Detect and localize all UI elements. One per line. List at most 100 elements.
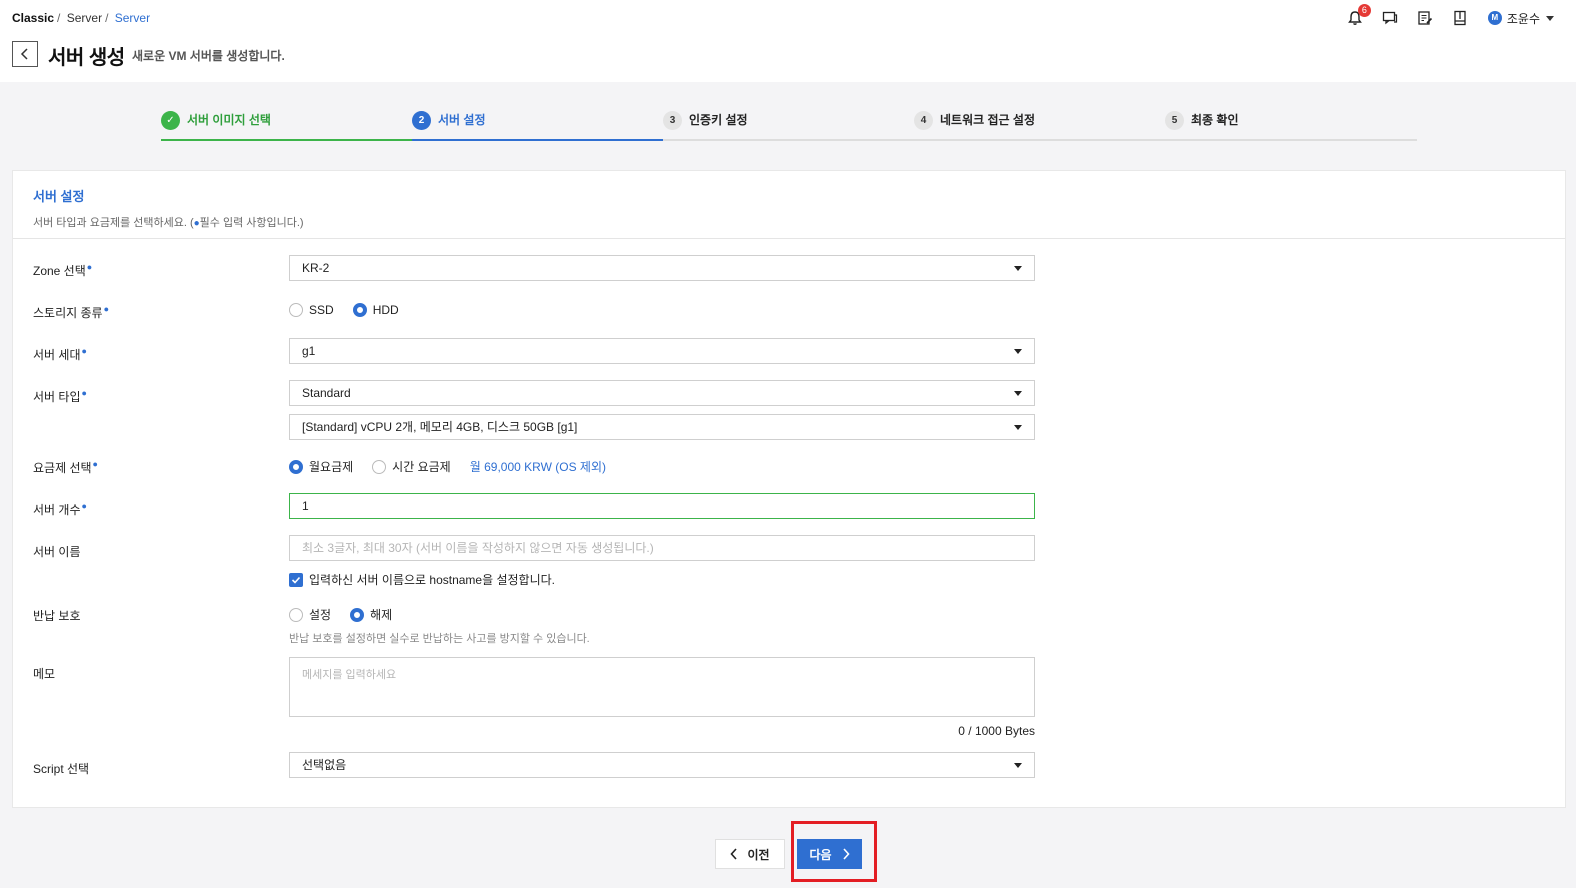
avatar: M (1487, 11, 1502, 25)
breadcrumb-separator: / (105, 11, 109, 25)
label-text: 요금제 선택 (33, 461, 92, 475)
chevron-right-icon (842, 848, 850, 860)
server-type-select[interactable]: Standard (289, 380, 1035, 406)
script-select[interactable]: 선택없음 (289, 752, 1035, 778)
zone-select[interactable]: KR-2 (289, 255, 1035, 281)
memo-label: 메모 (33, 667, 56, 681)
storage-radio-hdd[interactable] (352, 303, 367, 317)
step-auth-key[interactable]: 3 인증키 설정 (663, 109, 914, 141)
back-button[interactable] (12, 41, 38, 67)
label-text: 서버 세대 (33, 348, 81, 362)
chat-button[interactable] (1380, 8, 1400, 28)
protection-radio-on[interactable] (289, 607, 303, 622)
radio-label: SSD (309, 303, 334, 317)
check-icon: ✓ (161, 111, 180, 130)
breadcrumb: Classic / Server / Server (12, 11, 152, 25)
check-icon (291, 576, 301, 584)
caret-down-icon (1014, 391, 1022, 396)
breadcrumb-item-server[interactable]: Server (67, 11, 102, 25)
page-subtitle: 새로운 VM 서버를 생성합니다. (132, 49, 285, 63)
step-server-settings[interactable]: 2 서버 설정 (412, 109, 663, 141)
server-count-input[interactable]: 1 (289, 493, 1035, 519)
plan-radio-group: 월요금제 시간 요금제 월 69,000 KRW (OS 제외) (289, 458, 606, 475)
server-type-label: 서버 타입● (33, 388, 87, 405)
step-label: 서버 설정 (438, 113, 486, 127)
prev-button[interactable]: 이전 (715, 839, 785, 869)
step-label: 네트워크 접근 설정 (940, 113, 1035, 127)
storage-radio-group: SSD HDD (289, 303, 418, 317)
select-value: Standard (302, 386, 351, 400)
protection-radio-group: 설정 해제 (289, 606, 411, 623)
card-header: 서버 설정 서버 타입과 요금제를 선택하세요. (●필수 입력 사항입니다.) (13, 171, 1565, 239)
label-text: Zone 선택 (33, 264, 86, 278)
select-value: [Standard] vCPU 2개, 메모리 4GB, 디스크 50GB [g… (302, 420, 578, 434)
chat-icon (1382, 11, 1397, 25)
server-name-label: 서버 이름 (33, 545, 81, 559)
chevron-left-icon (20, 48, 28, 60)
step-label: 최종 확인 (1191, 113, 1239, 127)
required-dot: ● (81, 346, 87, 356)
server-count-label: 서버 개수● (33, 501, 87, 518)
required-dot: ● (81, 501, 87, 511)
script-label: Script 선택 (33, 762, 90, 776)
page-title: 서버 생성 (48, 47, 125, 69)
chevron-left-icon (730, 848, 738, 860)
guide-book-button[interactable] (1450, 8, 1470, 28)
radio-label: 설정 (309, 608, 332, 622)
user-menu[interactable]: M 조윤수 (1487, 10, 1554, 27)
description-text: 서버 타입과 요금제를 선택하세요. ( (33, 217, 194, 229)
caret-down-icon (1014, 349, 1022, 354)
plan-radio-hourly[interactable] (372, 459, 387, 474)
user-name: 조윤수 (1506, 11, 1540, 26)
notification-badge: 6 (1357, 4, 1371, 17)
label-text: 스토리지 종류 (33, 306, 103, 320)
generation-select[interactable]: g1 (289, 338, 1035, 364)
required-dot: ● (92, 459, 98, 469)
section-description: 서버 타입과 요금제를 선택하세요. (●필수 입력 사항입니다.) (33, 214, 1565, 230)
description-text: 필수 입력 사항입니다.) (199, 217, 304, 229)
radio-label: 월요금제 (309, 460, 354, 474)
radio-label: 시간 요금제 (392, 460, 451, 474)
server-name-input[interactable]: 최소 3글자, 최대 30자 (서버 이름을 작성하지 않으면 자동 생성됩니다… (289, 535, 1035, 561)
server-spec-select[interactable]: [Standard] vCPU 2개, 메모리 4GB, 디스크 50GB [g… (289, 414, 1035, 440)
next-button[interactable]: 다음 (797, 839, 862, 869)
edit-note-icon (1418, 11, 1432, 25)
zone-label: Zone 선택● (33, 262, 92, 279)
memo-textarea[interactable]: 메세지를 입력하세요 (289, 657, 1035, 717)
step-number: 3 (663, 111, 682, 130)
edit-note-button[interactable] (1415, 8, 1435, 28)
required-dot: ● (86, 262, 93, 272)
step-number: 5 (1165, 111, 1184, 130)
caret-down-icon (1014, 266, 1022, 271)
hostname-checkbox-row: 입력하신 서버 이름으로 hostname을 설정합니다. (289, 571, 555, 588)
caret-down-icon (1014, 425, 1022, 430)
breadcrumb-item-classic[interactable]: Classic (12, 11, 54, 25)
hostname-checkbox[interactable] (289, 572, 303, 587)
step-final-confirm[interactable]: 5 최종 확인 (1165, 109, 1417, 141)
label-text: 서버 개수 (33, 503, 81, 517)
section-title: 서버 설정 (33, 189, 85, 204)
prev-button-label: 이전 (747, 847, 770, 862)
breadcrumb-item-current: Server (114, 11, 151, 25)
generation-label: 서버 세대● (33, 346, 87, 363)
caret-down-icon (1014, 763, 1022, 768)
step-network-access[interactable]: 4 네트워크 접근 설정 (914, 109, 1165, 141)
step-image-select[interactable]: ✓ 서버 이미지 선택 (161, 109, 412, 141)
select-value: g1 (302, 344, 316, 358)
step-label: 인증키 설정 (689, 113, 748, 127)
next-button-label: 다음 (809, 847, 832, 862)
storage-label: 스토리지 종류● (33, 304, 109, 321)
step-label: 서버 이미지 선택 (187, 113, 271, 127)
book-icon (1454, 10, 1466, 26)
radio-label: HDD (372, 303, 399, 317)
storage-radio-ssd[interactable] (289, 303, 303, 317)
top-header: Classic / Server / Server 서버 생성 새로운 VM 서버를… (0, 0, 1576, 82)
header-toolbar: 6 M 조윤수 (1330, 4, 1554, 28)
memo-byte-counter: 0 / 1000 Bytes (958, 724, 1035, 738)
plan-radio-monthly[interactable] (289, 459, 303, 474)
server-settings-card: 서버 설정 서버 타입과 요금제를 선택하세요. (●필수 입력 사항입니다.)… (12, 170, 1566, 808)
notification-button[interactable]: 6 (1345, 4, 1371, 28)
caret-down-icon (1546, 15, 1554, 21)
protection-label: 반납 보호 (33, 609, 81, 623)
protection-radio-off[interactable] (350, 607, 365, 622)
